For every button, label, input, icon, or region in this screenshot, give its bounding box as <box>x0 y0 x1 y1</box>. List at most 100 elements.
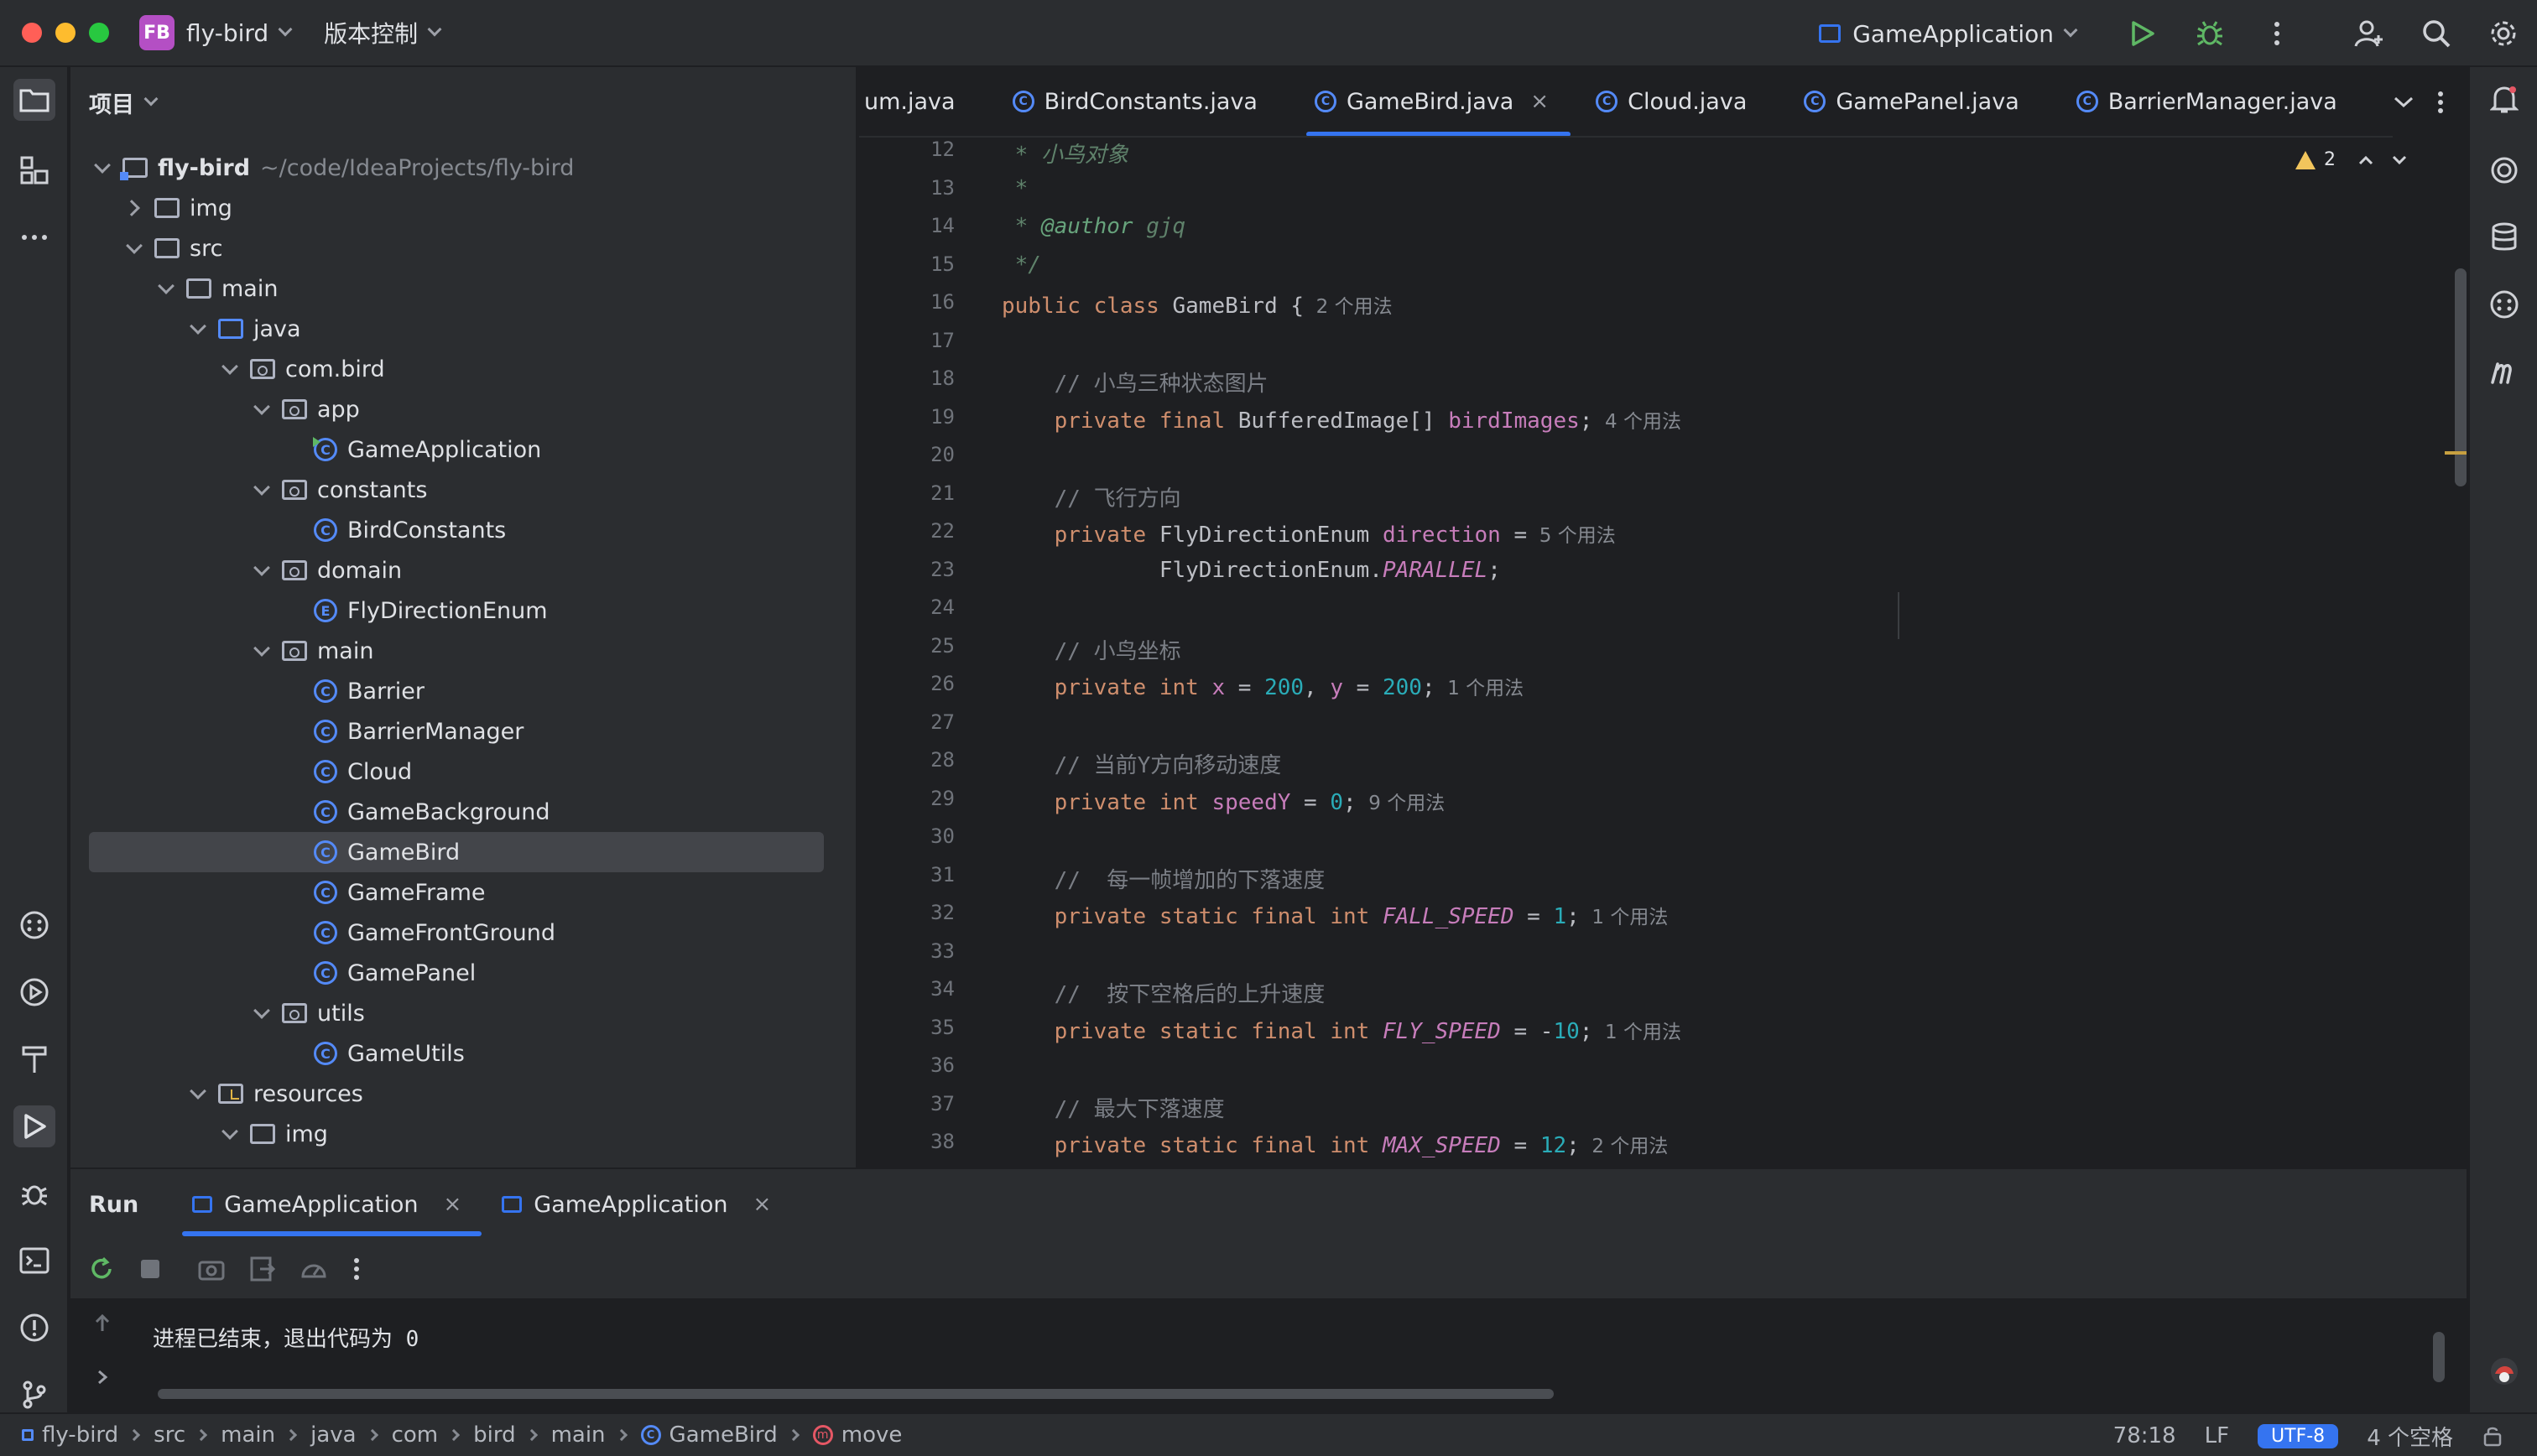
usage-hint[interactable]: 1 个用法 <box>1580 907 1668 928</box>
code-editor[interactable]: * 小鸟对象 * * @author gjq */ public class Ga… <box>985 139 2445 1167</box>
tree-item[interactable]: C GameBackground <box>70 792 826 832</box>
editor-tab[interactable]: C BirdConstants.java <box>987 67 1289 136</box>
tree-item[interactable]: C BirdConstants <box>70 510 826 550</box>
breadcrumb-item[interactable]: fly-bird <box>42 1422 118 1448</box>
chevron-down-icon[interactable] <box>190 320 206 337</box>
screenshot-button[interactable] <box>198 1257 225 1281</box>
chevron-down-icon[interactable] <box>190 1085 206 1102</box>
tree-item[interactable]: C Cloud <box>70 751 826 792</box>
tree-item[interactable]: C GameApplication <box>70 429 826 470</box>
warning-marker[interactable] <box>2445 451 2467 455</box>
tree-item[interactable]: C Barrier <box>70 671 826 711</box>
run-tool-button[interactable] <box>13 1105 55 1147</box>
tree-item[interactable]: utils <box>70 993 826 1033</box>
project-tool-button[interactable] <box>13 79 55 121</box>
breadcrumb-item[interactable]: GameBird <box>669 1422 778 1448</box>
tree-item[interactable]: C GameBird <box>89 832 824 872</box>
debug-button[interactable] <box>2193 17 2227 50</box>
breadcrumb-item[interactable]: java <box>310 1422 356 1448</box>
chevron-right-icon[interactable] <box>126 200 143 216</box>
tree-item[interactable]: constants <box>70 470 826 510</box>
run-configuration-dropdown[interactable]: GameApplication <box>1819 20 2078 48</box>
chevron-down-icon[interactable] <box>158 280 175 297</box>
chevron-down-icon[interactable] <box>253 562 270 579</box>
console-horizontal-scrollbar[interactable] <box>158 1389 1554 1399</box>
chevron-up-icon[interactable] <box>2357 154 2374 166</box>
chevron-down-icon[interactable] <box>2391 154 2408 166</box>
export-button[interactable] <box>250 1256 275 1282</box>
minimize-window-button[interactable] <box>55 23 76 43</box>
tree-item[interactable]: img <box>70 188 826 228</box>
tree-item[interactable]: src <box>70 228 826 268</box>
close-icon[interactable]: × <box>443 1192 461 1217</box>
plugins-tool-button[interactable] <box>13 904 55 946</box>
tree-item[interactable]: C GamePanel <box>70 953 826 993</box>
tree-item[interactable]: fly-bird ~/code/IdeaProjects/fly-bird <box>70 148 826 188</box>
more-actions-button[interactable] <box>2260 17 2294 50</box>
indent-setting[interactable]: 4 个空格 <box>2367 1421 2453 1452</box>
database-button[interactable] <box>2483 216 2525 258</box>
breadcrumb-item[interactable]: bird <box>473 1422 515 1448</box>
breadcrumb-item[interactable]: com <box>392 1422 439 1448</box>
usage-hint[interactable]: 5 个用法 <box>1527 525 1616 547</box>
usage-hint[interactable]: 9 个用法 <box>1357 793 1445 814</box>
lock-icon[interactable] <box>2482 1425 2503 1447</box>
tree-item[interactable]: main <box>70 631 826 671</box>
structure-tool-button[interactable] <box>13 149 55 191</box>
editor-tab[interactable]: C GamePanel.java <box>1779 67 2050 136</box>
git-tool-button[interactable] <box>13 1374 55 1416</box>
stop-button[interactable] <box>139 1258 161 1280</box>
chevron-down-icon[interactable] <box>126 240 143 257</box>
project-panel-header[interactable]: 项目 <box>70 67 856 138</box>
chevron-down-icon[interactable] <box>253 1005 270 1022</box>
editor-tab[interactable]: um.java <box>859 67 987 136</box>
tree-item[interactable]: C GameFrontGround <box>70 913 826 953</box>
project-badge[interactable]: FB <box>139 15 175 50</box>
run-tab[interactable]: GameApplication × <box>172 1169 482 1240</box>
ai-assistant-button[interactable] <box>2483 149 2525 191</box>
usage-hint[interactable]: 2 个用法 <box>1580 1136 1668 1157</box>
run-console[interactable]: 进程已结束，退出代码为 0 <box>70 1298 2467 1414</box>
project-name-dropdown[interactable]: fly-bird <box>186 19 268 47</box>
close-icon[interactable]: × <box>1530 89 1549 114</box>
tree-item[interactable]: domain <box>70 550 826 590</box>
maven-button[interactable] <box>2483 351 2525 393</box>
arrow-up-icon[interactable] <box>92 1313 112 1334</box>
problems-tool-button[interactable] <box>13 1307 55 1349</box>
tabs-more-button[interactable] <box>2436 90 2445 115</box>
breadcrumb-item[interactable]: main <box>551 1422 606 1448</box>
tree-item[interactable]: img <box>70 1114 826 1154</box>
usage-hint[interactable]: 2 个用法 <box>1304 296 1393 318</box>
chevron-down-icon[interactable] <box>253 481 270 498</box>
rerun-button[interactable] <box>89 1256 114 1282</box>
account-button[interactable] <box>2352 17 2386 50</box>
search-everywhere-button[interactable] <box>2420 17 2453 50</box>
editor-tab[interactable]: C Cloud.java <box>1571 67 1779 136</box>
tree-item[interactable]: java <box>70 309 826 349</box>
terminal-tool-button[interactable] <box>13 1240 55 1282</box>
plugins-side-button[interactable] <box>2483 283 2525 325</box>
tree-item[interactable]: C GameUtils <box>70 1033 826 1074</box>
more-tools-button[interactable] <box>13 216 55 258</box>
notifications-button[interactable] <box>2483 79 2525 121</box>
inspection-widget[interactable]: 2 <box>2295 149 2408 170</box>
file-encoding[interactable]: UTF-8 <box>2258 1423 2339 1448</box>
chevron-right-icon[interactable] <box>94 1369 111 1386</box>
zoom-window-button[interactable] <box>89 23 109 43</box>
console-vertical-scrollbar[interactable] <box>2433 1332 2445 1382</box>
chevron-down-icon[interactable] <box>94 159 111 176</box>
run-more-button[interactable] <box>352 1256 361 1282</box>
chevron-down-icon[interactable] <box>253 642 270 659</box>
run-tab[interactable]: GameApplication × <box>482 1169 791 1240</box>
editor-tab[interactable]: C GameBird.java × <box>1289 67 1571 136</box>
chevron-down-icon[interactable] <box>221 1126 238 1142</box>
tree-item[interactable]: resources <box>70 1074 826 1114</box>
usage-hint[interactable]: 4 个用法 <box>1592 411 1681 433</box>
caret-position[interactable]: 78:18 <box>2113 1423 2176 1448</box>
profiler-button[interactable] <box>300 1256 327 1282</box>
tree-item[interactable]: C GameFrame <box>70 872 826 913</box>
line-ending[interactable]: LF <box>2205 1423 2229 1448</box>
settings-button[interactable] <box>2487 17 2520 50</box>
tree-item[interactable]: C BarrierManager <box>70 711 826 751</box>
debug-tool-button[interactable] <box>13 1173 55 1214</box>
